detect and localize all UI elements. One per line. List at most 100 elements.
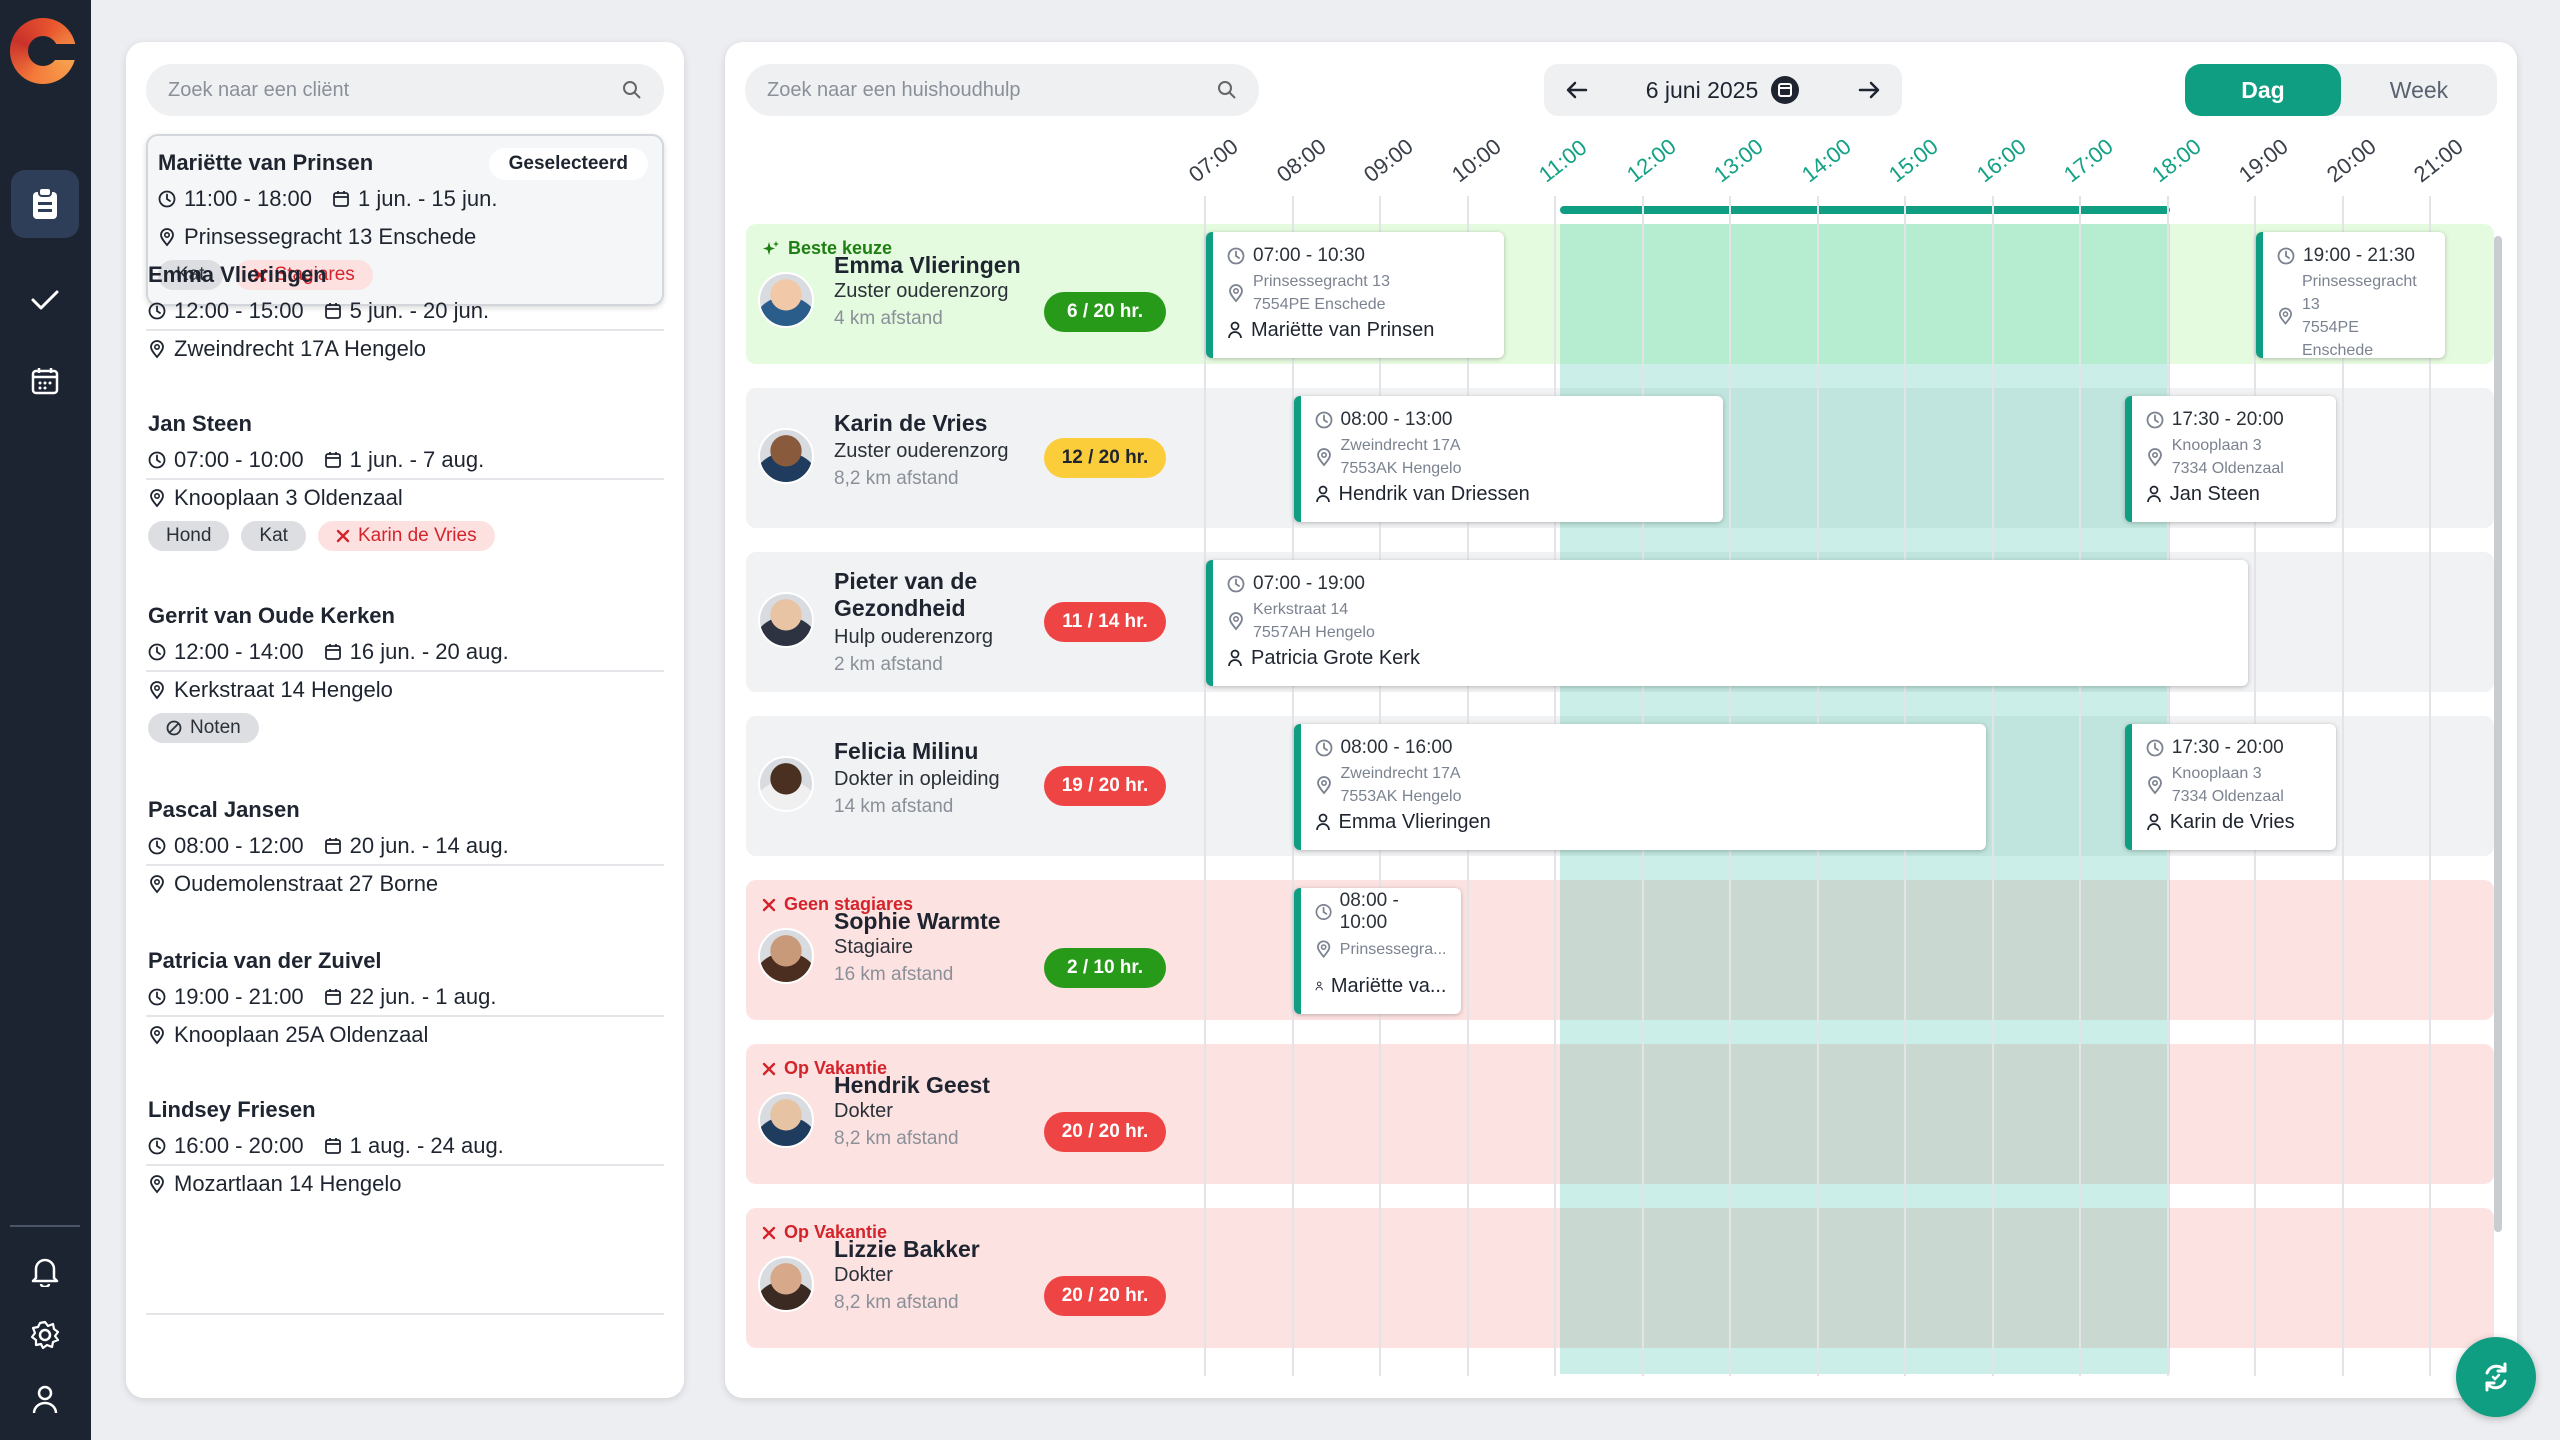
appointment-card[interactable]: 07:00 - 10:30 Prinsessegracht 13 7554PE En… — [1206, 232, 1505, 358]
caregiver-role: Dokter in opleiding — [834, 768, 1000, 790]
client-name: Pascal Jansen — [148, 797, 300, 822]
caregiver-name: Sophie Warmte — [834, 908, 1001, 934]
client-schedule: 07:00 - 10:00 1 jun. - 7 aug. — [148, 441, 662, 479]
address-line-2: 7554PE Enschede — [2301, 319, 2374, 358]
bell-icon — [31, 1258, 59, 1287]
caregiver-search-input[interactable] — [767, 78, 1167, 102]
assign-button[interactable] — [2456, 1337, 2536, 1417]
appointment-time-text: 19:00 - 21:30 — [2303, 245, 2415, 266]
address-line-2: 7334 Oldenzaal — [2171, 788, 2284, 805]
arrow-left-icon[interactable] — [1566, 81, 1588, 99]
avatar — [758, 272, 814, 328]
client-name: Patricia van der Zuivel — [148, 948, 382, 973]
caregiver-name: Felicia Milinu — [834, 738, 979, 764]
gear-icon — [30, 1320, 60, 1350]
client-card[interactable]: Jan Steen 07:00 - 10:00 1 jun. - 7 aug. Kno… — [146, 407, 664, 555]
client-card[interactable]: Pascal Jansen 08:00 - 12:00 20 jun. - 14 a… — [146, 793, 664, 907]
person-icon — [1315, 485, 1330, 503]
appointment-card[interactable]: 08:00 - 13:00 Zweindrecht 17A 7553AK Henge… — [1293, 396, 1723, 522]
location-pin-icon — [150, 1175, 164, 1194]
client-divider — [146, 1313, 664, 1315]
calendar-small-icon — [324, 1138, 341, 1154]
nav-settings-button[interactable] — [11, 1301, 79, 1369]
appointment-time: 17:30 - 20:00 — [2146, 734, 2322, 762]
client-card[interactable]: Gerrit van Oude Kerken 12:00 - 14:00 16 ju… — [146, 599, 664, 747]
location-pin-icon — [1316, 448, 1331, 467]
client-card[interactable]: Emma Vlieringen 12:00 - 15:00 5 jun. - 20 … — [146, 258, 664, 372]
client-time: 12:00 - 14:00 — [174, 639, 304, 664]
close-icon — [762, 1062, 776, 1075]
caregiver-name: Karin de Vries — [834, 410, 988, 436]
appointment-address: Prinsessegracht 13 7554PE Enschede — [2277, 270, 2431, 358]
nav-clipboard-button[interactable] — [11, 170, 79, 238]
appointment-client: Jan Steen — [2146, 480, 2322, 508]
caregiver-role: Stagiaire — [834, 936, 913, 958]
hours-badge: 12 / 20 hr. — [1044, 438, 1166, 478]
appointment-card[interactable]: 17:30 - 20:00 Knooplaan 3 7334 Oldenzaal Ka… — [2124, 724, 2336, 850]
client-search-input[interactable] — [168, 78, 571, 102]
appointment-card[interactable]: 08:00 - 10:00 Prinsessegra... Mariëtte va.… — [1293, 888, 1461, 1014]
nav-profile-button[interactable] — [11, 1365, 79, 1433]
address-line-1: Kerkstraat 14 — [1253, 601, 1349, 618]
clipboard-icon — [33, 187, 57, 219]
appointment-card[interactable]: 17:30 - 20:00 Knooplaan 3 7334 Oldenzaal Ja… — [2124, 396, 2336, 522]
client-dates: 1 aug. - 24 aug. — [349, 1133, 504, 1158]
client-dates: 16 jun. - 20 aug. — [349, 639, 509, 664]
appointment-address: Kerkstraat 14 7557AH Hengelo — [1227, 598, 2234, 644]
appointment-client: Patricia Grote Kerk — [1227, 644, 2234, 672]
location-pin-icon — [1316, 940, 1330, 959]
appointment-client: Karin de Vries — [2146, 808, 2322, 836]
calendar-picker-icon[interactable] — [1770, 75, 1800, 105]
address-line-2: 7557AH Hengelo — [1253, 624, 1375, 641]
arrow-right-icon[interactable] — [1858, 81, 1880, 99]
sparkle-icon — [763, 240, 779, 255]
appointment-time-text: 07:00 - 19:00 — [1253, 573, 1365, 594]
scrollbar[interactable] — [2494, 236, 2502, 1232]
nav-notifications-button[interactable] — [11, 1237, 79, 1305]
client-time: 07:00 - 10:00 — [174, 447, 304, 472]
client-address-row: Oudemolenstraat 27 Borne — [148, 865, 662, 903]
allergy-label: Noten — [190, 717, 241, 738]
search-icon[interactable] — [1217, 80, 1237, 100]
avatar — [758, 428, 814, 484]
client-search[interactable] — [146, 64, 664, 116]
location-pin-icon — [1229, 284, 1243, 303]
client-schedule: 12:00 - 14:00 16 jun. - 20 aug. — [148, 633, 662, 671]
ban-icon — [166, 720, 182, 736]
hours-badge: 11 / 14 hr. — [1044, 602, 1166, 642]
client-address: Kerkstraat 14 Hengelo — [174, 677, 393, 702]
client-dates: 20 jun. - 14 aug. — [349, 833, 509, 858]
address-line-1: Zweindrecht 17A — [1340, 765, 1461, 782]
app-logo — [10, 18, 76, 84]
caregiver-search[interactable] — [745, 64, 1259, 116]
client-card[interactable]: Patricia van der Zuivel 19:00 - 21:00 22 j… — [146, 944, 664, 1058]
appointment-card[interactable]: 07:00 - 19:00 Kerkstraat 14 7557AH Hengelo… — [1206, 560, 2248, 686]
calendar-small-icon — [324, 452, 341, 468]
appointment-time-text: 08:00 - 10:00 — [1339, 890, 1399, 933]
caregiver-role: Dokter — [834, 1264, 893, 1286]
client-dates: 22 jun. - 1 aug. — [349, 984, 497, 1009]
location-pin-icon — [150, 681, 164, 700]
appointment-client: Mariëtte van Prinsen — [1227, 316, 1490, 344]
view-day-button[interactable]: Dag — [2185, 64, 2341, 116]
clock-icon — [148, 643, 166, 661]
nav-calendar-button[interactable] — [11, 347, 79, 415]
location-pin-icon — [1316, 776, 1331, 795]
appointment-address-lines: Prinsessegra... — [1340, 938, 1447, 961]
appointment-card[interactable]: 19:00 - 21:30 Prinsessegracht 13 7554PE En… — [2256, 232, 2445, 358]
nav-tasks-button[interactable] — [11, 266, 79, 334]
client-dates: 1 jun. - 15 jun. — [358, 186, 498, 211]
client-card[interactable]: Lindsey Friesen 16:00 - 20:00 1 aug. - 24 … — [146, 1093, 664, 1207]
clock-icon — [2146, 411, 2164, 429]
appointment-client-name: Hendrik van Driessen — [1338, 482, 1530, 505]
appointment-address-lines: Zweindrecht 17A 7553AK Hengelo — [1341, 434, 1462, 480]
avatar — [758, 928, 814, 984]
check-icon — [31, 290, 59, 310]
search-icon[interactable] — [622, 80, 642, 100]
person-icon — [1228, 649, 1242, 667]
view-week-button[interactable]: Week — [2341, 64, 2497, 116]
caregiver-distance: 8,2 km afstand — [834, 1292, 959, 1313]
calendar-small-icon — [324, 838, 341, 854]
exclusion-chip: Karin de Vries — [317, 521, 495, 551]
appointment-card[interactable]: 08:00 - 16:00 Zweindrecht 17A 7553AK Henge… — [1293, 724, 1986, 850]
